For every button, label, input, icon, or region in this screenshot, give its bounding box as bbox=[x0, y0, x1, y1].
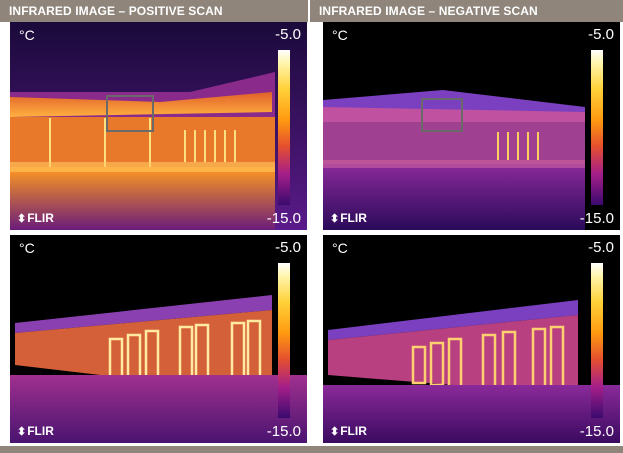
temperature-min: -15.0 bbox=[579, 423, 614, 440]
temperature-scale-bar bbox=[278, 50, 290, 205]
measurement-box bbox=[106, 95, 154, 132]
thermal-scene bbox=[323, 22, 620, 230]
temperature-unit: °C bbox=[19, 240, 35, 256]
flir-logo-icon: ⬍ bbox=[17, 425, 27, 438]
temperature-unit: °C bbox=[332, 27, 348, 43]
thermal-image-positive-top: °C -5.0 -15.0 ⬍ FLIR bbox=[10, 22, 307, 230]
temperature-scale-bar bbox=[278, 263, 290, 418]
measurement-box bbox=[421, 98, 463, 132]
thermal-image-negative-top: °C -5.0 -15.0 ⬍ FLIR bbox=[323, 22, 620, 230]
temperature-unit: °C bbox=[19, 27, 35, 43]
flir-logo-icon: ⬍ bbox=[330, 425, 340, 438]
flir-logo: ⬍ FLIR bbox=[330, 424, 367, 438]
thermal-image-positive-bottom: °C -5.0 -15.0 ⬍ FLIR bbox=[10, 235, 307, 443]
thermal-scene bbox=[323, 235, 620, 443]
temperature-max: -5.0 bbox=[588, 26, 614, 43]
flir-logo-icon: ⬍ bbox=[330, 212, 340, 225]
header-positive-title: INFRARED IMAGE – POSITIVE SCAN bbox=[9, 4, 223, 18]
header-negative-scan: INFRARED IMAGE – NEGATIVE SCAN bbox=[310, 0, 623, 22]
thermal-image-negative-bottom: °C -5.0 -15.0 ⬍ FLIR bbox=[323, 235, 620, 443]
temperature-max: -5.0 bbox=[275, 239, 301, 256]
temperature-scale-bar bbox=[591, 50, 603, 205]
temperature-min: -15.0 bbox=[579, 210, 614, 227]
flir-logo-icon: ⬍ bbox=[17, 212, 27, 225]
temperature-max: -5.0 bbox=[275, 26, 301, 43]
header-negative-title: INFRARED IMAGE – NEGATIVE SCAN bbox=[319, 4, 538, 18]
footer-bar bbox=[0, 446, 623, 453]
temperature-min: -15.0 bbox=[266, 423, 301, 440]
temperature-unit: °C bbox=[332, 240, 348, 256]
temperature-max: -5.0 bbox=[588, 239, 614, 256]
flir-logo: ⬍ FLIR bbox=[17, 211, 54, 225]
thermal-scene bbox=[10, 235, 307, 443]
thermal-scene bbox=[10, 22, 307, 230]
temperature-scale-bar bbox=[591, 263, 603, 418]
temperature-min: -15.0 bbox=[266, 210, 301, 227]
flir-logo: ⬍ FLIR bbox=[17, 424, 54, 438]
flir-logo: ⬍ FLIR bbox=[330, 211, 367, 225]
header-positive-scan: INFRARED IMAGE – POSITIVE SCAN bbox=[0, 0, 308, 22]
